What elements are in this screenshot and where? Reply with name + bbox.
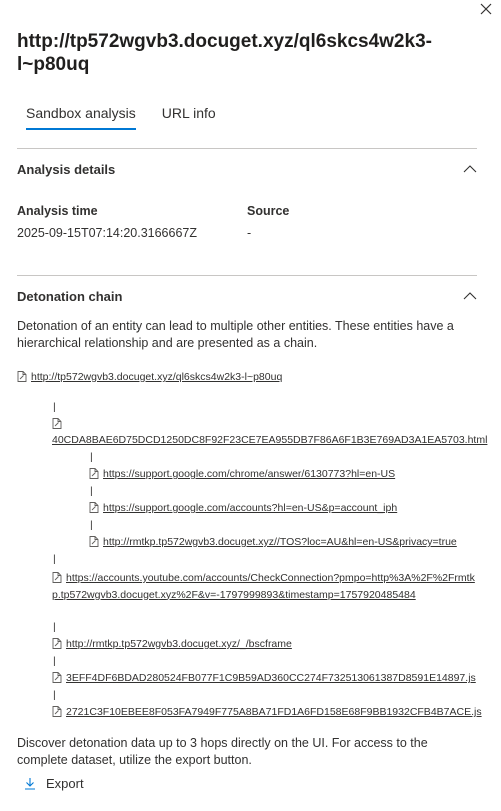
- chain-node-js-2[interactable]: 2721C3F10EBEE8F053FA7949F775A8BA71FD1A6F…: [52, 706, 482, 718]
- chain-node-link[interactable]: http://rmtkp.tp572wgvb3.docuget.xyz/_/bs…: [66, 638, 292, 650]
- chain-node-link[interactable]: http://rmtkp.tp572wgvb3.docuget.xyz//TOS…: [103, 536, 457, 548]
- chain-connector: |: [90, 519, 93, 531]
- divider: [17, 148, 477, 149]
- chain-node-youtube[interactable]: https://accounts.youtube.com/accounts/Ch…: [52, 570, 477, 603]
- chain-node-link[interactable]: 3EFF4DF6BDAD280524FB077F1C9B59AD360CC274…: [66, 672, 476, 684]
- chain-node-link[interactable]: http://tp572wgvb3.docuget.xyz/ql6skcs4w2…: [31, 371, 282, 383]
- detonation-chain-header[interactable]: Detonation chain: [17, 284, 477, 308]
- tab-url-info[interactable]: URL info: [153, 102, 225, 130]
- chain-connector: |: [90, 451, 93, 463]
- chain-node-root[interactable]: http://tp572wgvb3.docuget.xyz/ql6skcs4w2…: [17, 371, 282, 383]
- chain-node-link[interactable]: https://support.google.com/accounts?hl=e…: [103, 502, 397, 514]
- source-value: -: [247, 226, 252, 240]
- close-icon: [480, 3, 492, 15]
- file-link-icon: [17, 371, 27, 382]
- file-link-icon: [89, 468, 99, 479]
- file-link-icon: [52, 572, 62, 583]
- chevron-up-icon: [463, 292, 477, 300]
- chain-node-icon-only: [52, 418, 66, 430]
- chain-node-tos[interactable]: http://rmtkp.tp572wgvb3.docuget.xyz//TOS…: [89, 536, 457, 548]
- file-link-icon: [52, 706, 62, 717]
- divider: [17, 275, 477, 276]
- panel-title: http://tp572wgvb3.docuget.xyz/ql6skcs4w2…: [17, 31, 432, 75]
- file-link-icon: [89, 502, 99, 513]
- detonation-chain-footer: Discover detonation data up to 3 hops di…: [17, 736, 428, 767]
- chain-node-link[interactable]: 40CDA8BAE6D75DCD1250DC8F92F23CE7EA955DB7…: [52, 434, 487, 446]
- chain-node-html[interactable]: 40CDA8BAE6D75DCD1250DC8F92F23CE7EA955DB7…: [52, 434, 487, 446]
- chain-node-link[interactable]: https://accounts.youtube.com/accounts/Ch…: [52, 572, 475, 601]
- chain-node-link[interactable]: https://support.google.com/chrome/answer…: [103, 468, 395, 480]
- tab-sandbox-analysis[interactable]: Sandbox analysis: [17, 102, 145, 130]
- chain-connector: |: [53, 655, 56, 667]
- chain-node-bscframe[interactable]: http://rmtkp.tp572wgvb3.docuget.xyz/_/bs…: [52, 638, 292, 650]
- chain-connector: |: [53, 553, 56, 565]
- file-link-icon: [89, 536, 99, 547]
- file-link-icon: [52, 418, 62, 429]
- chain-connector: |: [53, 401, 56, 413]
- chain-node-js-1[interactable]: 3EFF4DF6BDAD280524FB077F1C9B59AD360CC274…: [52, 672, 476, 684]
- chain-connector: |: [90, 485, 93, 497]
- file-link-icon: [52, 638, 62, 649]
- detonation-chain-description: Detonation of an entity can lead to mult…: [17, 319, 454, 350]
- chain-connector: |: [53, 689, 56, 701]
- close-button[interactable]: [476, 0, 496, 18]
- analysis-time-value: 2025-09-15T07:14:20.3166667Z: [17, 226, 198, 240]
- chain-node-support-accounts[interactable]: https://support.google.com/accounts?hl=e…: [89, 502, 397, 514]
- tab-bar: Sandbox analysis URL info: [17, 102, 233, 130]
- analysis-details-header[interactable]: Analysis details: [17, 157, 477, 181]
- analysis-details-title: Analysis details: [17, 161, 116, 177]
- chain-node-support-chrome[interactable]: https://support.google.com/chrome/answer…: [89, 468, 395, 480]
- chain-connector: |: [53, 621, 56, 633]
- analysis-time-label: Analysis time: [17, 204, 98, 218]
- export-label: Export: [46, 776, 84, 791]
- chain-node-link[interactable]: 2721C3F10EBEE8F053FA7949F775A8BA71FD1A6F…: [66, 706, 482, 718]
- file-link-icon: [52, 672, 62, 683]
- download-icon: [25, 778, 35, 790]
- source-label: Source: [247, 204, 290, 218]
- detonation-chain-title: Detonation chain: [17, 288, 123, 304]
- chevron-up-icon: [463, 165, 477, 173]
- export-button[interactable]: Export: [24, 776, 84, 791]
